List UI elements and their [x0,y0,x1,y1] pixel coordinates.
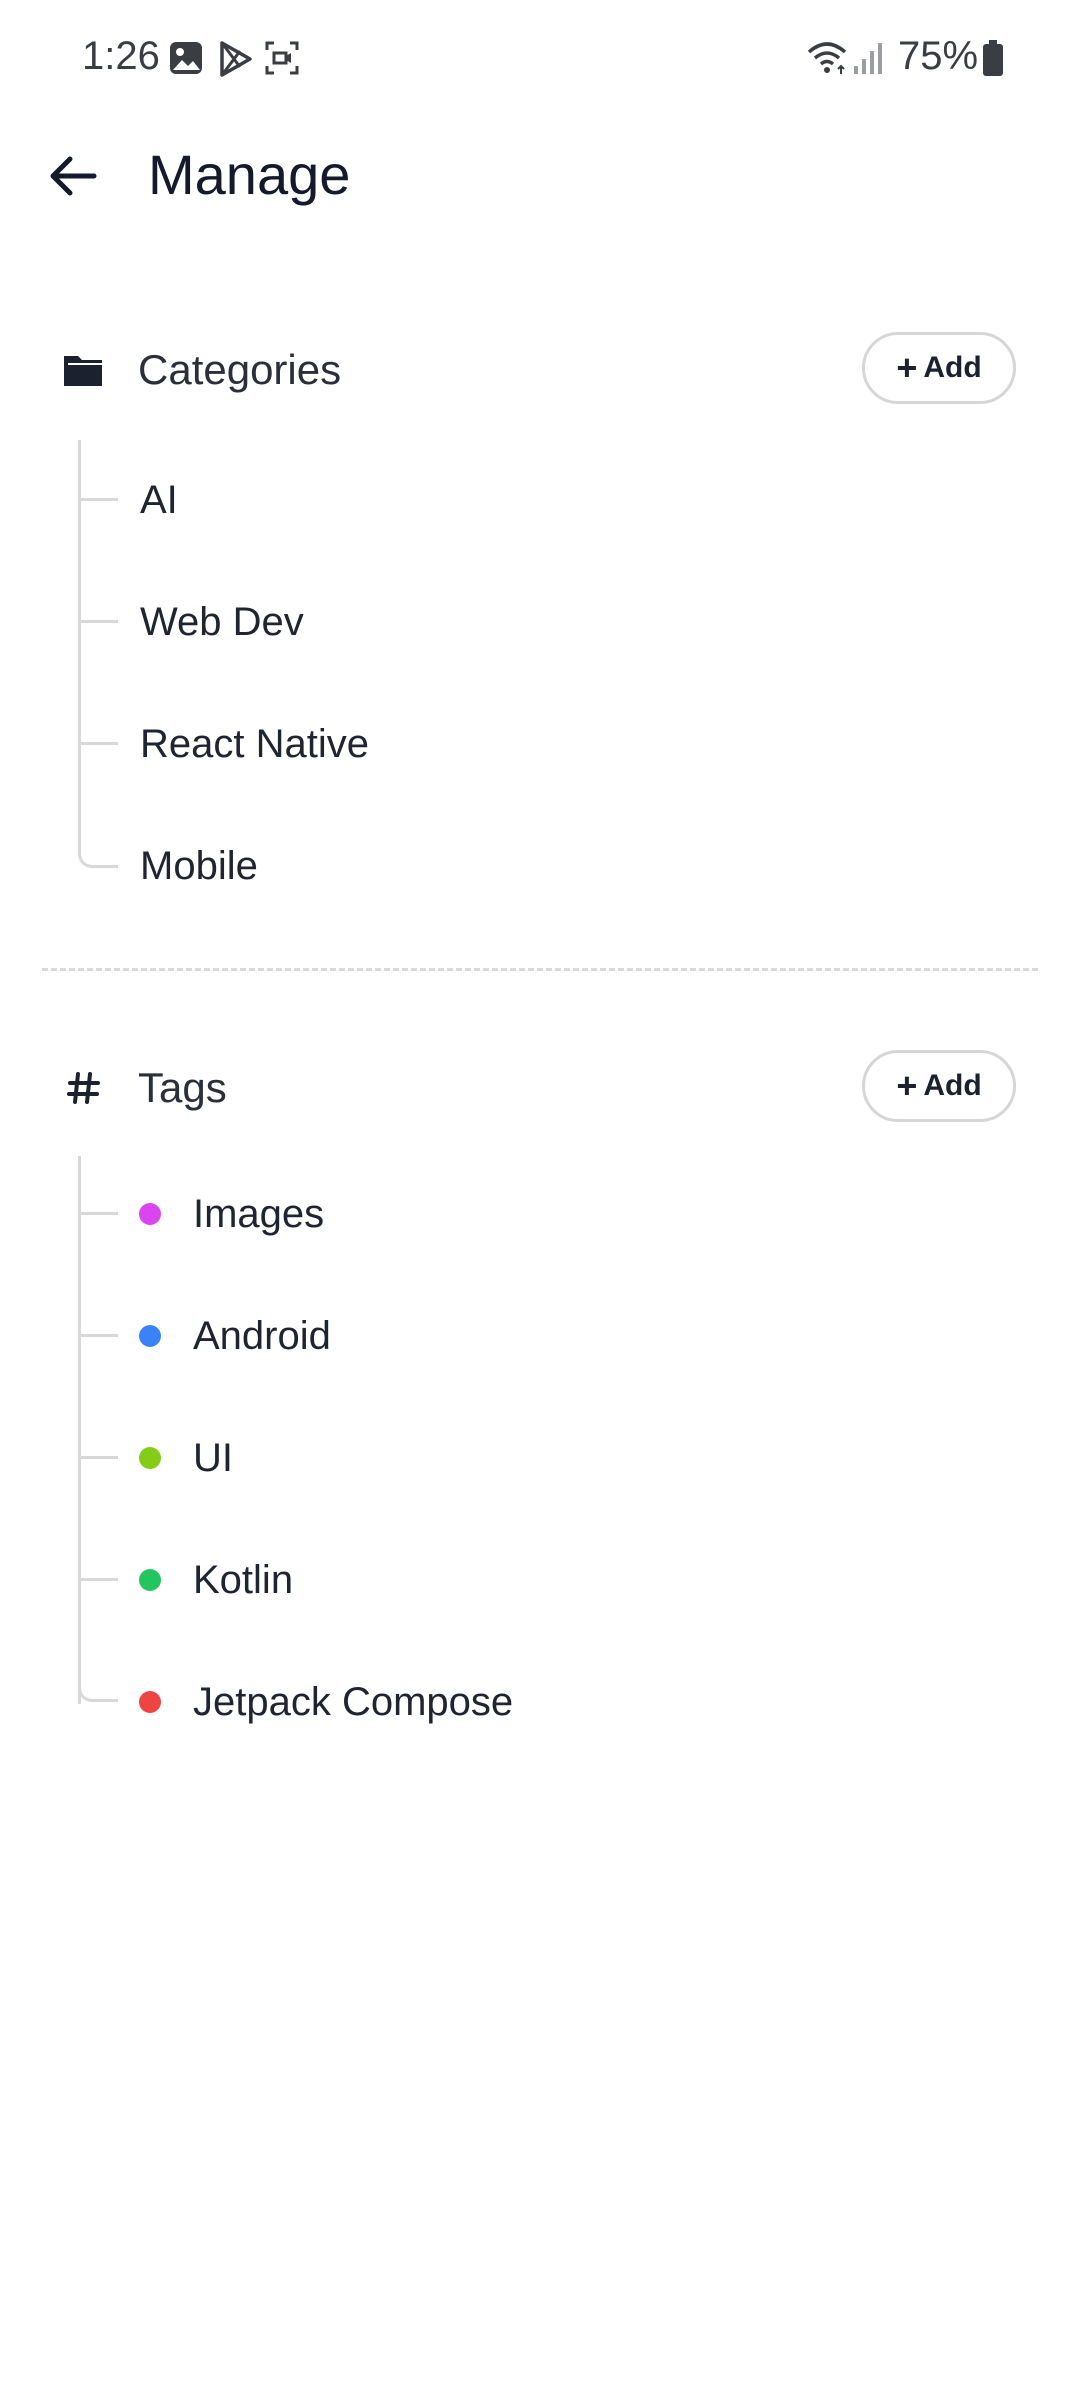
tree-branch [81,1578,118,1581]
tag-color-dot-kotlin [139,1569,161,1591]
tag-color-dot-images [139,1203,161,1225]
tree-branch [81,498,118,501]
gallery-icon [168,40,204,81]
tags-title: Tags [138,1064,227,1111]
battery-percent: 75% [898,34,979,78]
add-category-button[interactable]: + Add [862,332,1016,404]
tree-branch [81,1212,118,1215]
screen-record-icon [264,40,300,81]
tree-branch-end [78,1682,118,1702]
categories-title: Categories [138,346,342,393]
section-divider [42,968,1038,971]
app-bar: Manage [0,120,1080,230]
tags-tree-line [78,1156,81,1704]
tag-color-dot-jetpack-compose [139,1691,161,1713]
battery-icon [982,40,1004,83]
tags-header: Tags + Add [0,1048,1080,1128]
plus-icon: + [896,1065,918,1106]
category-item-mobile[interactable]: Mobile [140,844,258,889]
tree-branch [81,742,118,745]
tag-item-kotlin[interactable]: Kotlin [193,1558,293,1603]
status-time: 1:26 [82,34,160,78]
status-bar: 1:26 75% [0,0,1080,120]
category-item-ai[interactable]: AI [140,478,178,523]
hash-icon [62,1066,106,1110]
add-category-label: Add [923,351,982,384]
category-item-react-native[interactable]: React Native [140,722,369,767]
folder-icon [62,348,106,392]
tag-color-dot-ui [139,1447,161,1469]
tag-item-images[interactable]: Images [193,1192,324,1237]
tag-item-android[interactable]: Android [193,1314,331,1359]
tag-item-jetpack-compose[interactable]: Jetpack Compose [193,1680,513,1725]
tree-branch [81,1456,118,1459]
tree-branch-end [78,848,118,868]
wifi-icon [805,40,849,81]
signal-icon [852,40,886,81]
category-item-web-dev[interactable]: Web Dev [140,600,304,645]
plus-icon: + [896,347,918,388]
tree-branch [81,1334,118,1337]
add-tag-label: Add [923,1069,982,1102]
add-tag-button[interactable]: + Add [862,1050,1016,1122]
tag-color-dot-android [139,1325,161,1347]
page-title: Manage [148,143,351,206]
arrow-left-icon[interactable] [44,146,104,206]
tree-branch [81,620,118,623]
tag-item-ui[interactable]: UI [193,1436,233,1481]
categories-tree-line [78,440,81,856]
categories-header: Categories + Add [0,330,1080,410]
play-store-icon [216,40,254,83]
